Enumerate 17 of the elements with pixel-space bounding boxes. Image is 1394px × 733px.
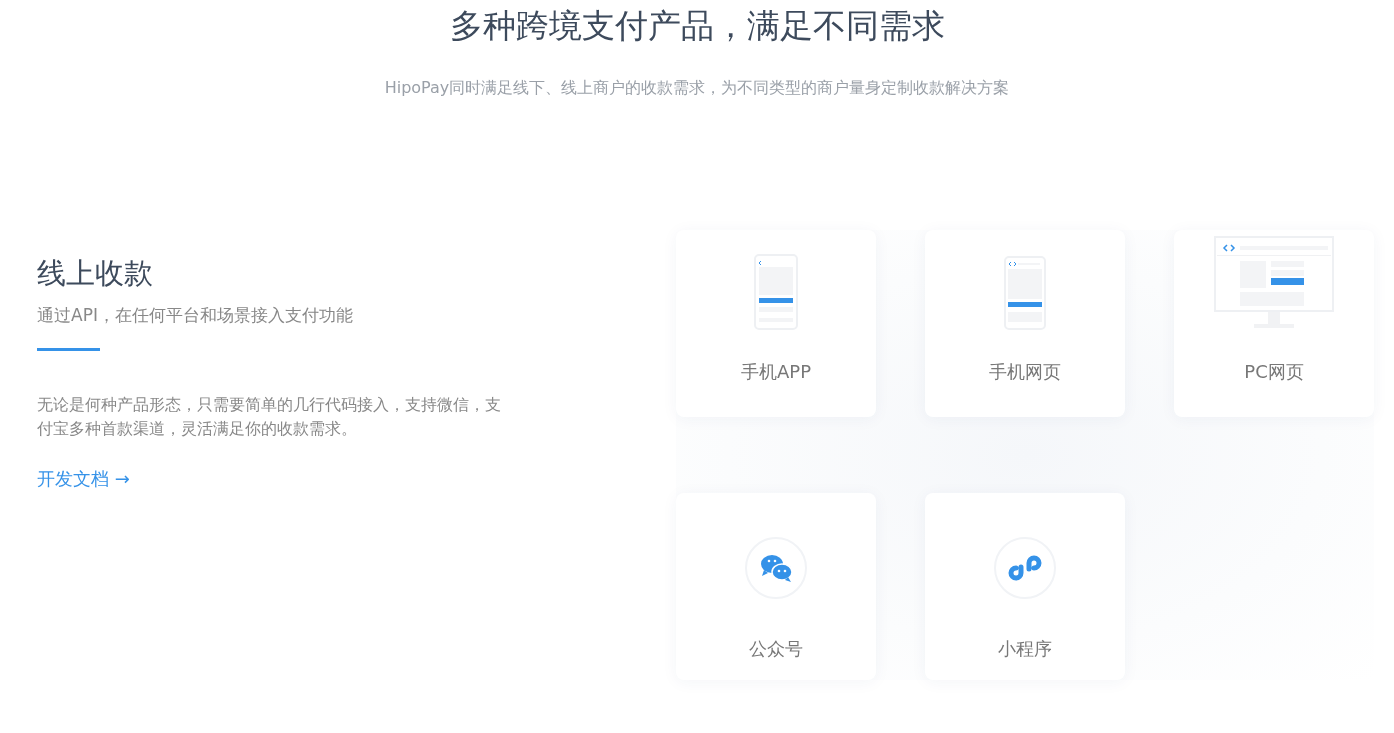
accent-rule	[37, 348, 100, 352]
product-label: PC网页	[1244, 360, 1304, 384]
product-label: 公众号	[749, 637, 803, 661]
feature-title: 线上收款	[37, 256, 154, 291]
chat-bubbles-icon	[745, 537, 807, 599]
phone-app-icon	[754, 254, 798, 330]
section-subtitle: HipoPay同时满足线下、线上商户的收款需求，为不同类型的商户量身定制收款解决方案	[383, 77, 1011, 99]
feature-description: 无论是何种产品形态，只需要简单的几行代码接入，支持微信，支付宝多种首款渠道，灵活满足你的收款需求。	[37, 394, 502, 441]
phone-webpage-icon	[1004, 256, 1046, 330]
product-label: 手机网页	[989, 360, 1061, 384]
section-heading: 多种跨境支付产品，满足不同需求	[448, 5, 946, 47]
feature-tagline: 通过API，在任何平台和场景接入支付功能	[37, 303, 354, 327]
desktop-monitor-icon	[1214, 236, 1334, 330]
docs-link[interactable]: 开发文档 →	[37, 465, 130, 493]
product-label: 手机APP	[741, 360, 811, 384]
product-label: 小程序	[998, 637, 1052, 661]
link-loop-icon	[994, 537, 1056, 599]
